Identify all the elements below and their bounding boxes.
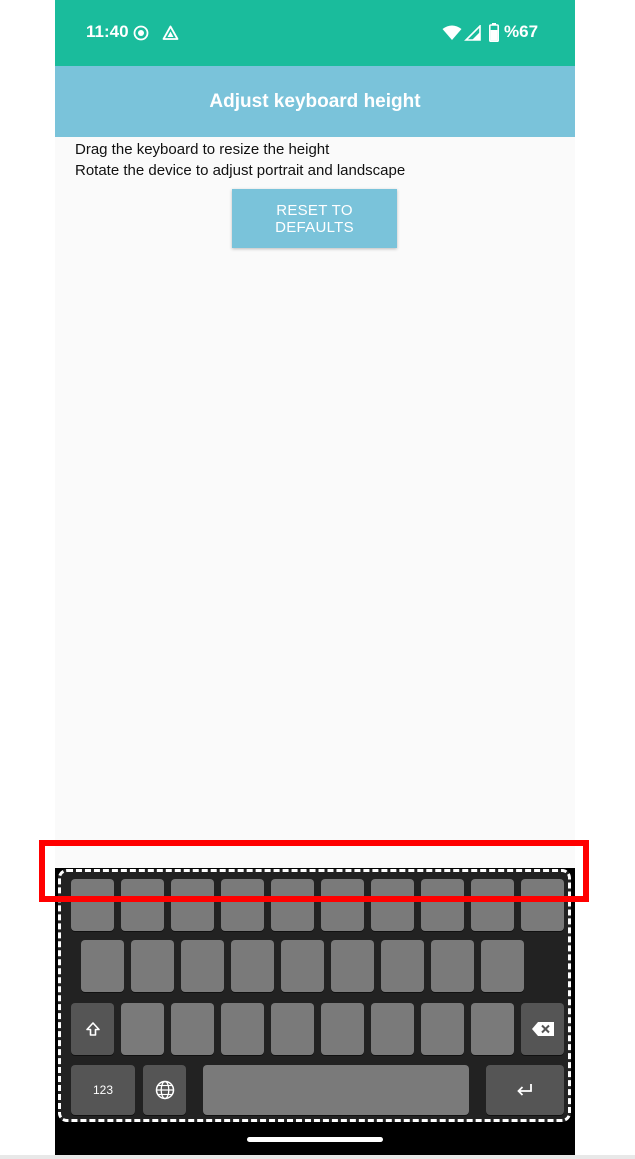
space-key[interactable]	[203, 1065, 469, 1115]
page-title: Adjust keyboard height	[209, 91, 421, 112]
shift-icon	[85, 1022, 100, 1036]
shift-key[interactable]	[71, 1003, 114, 1055]
numbers-key-label: 123	[92, 1083, 114, 1097]
key[interactable]	[221, 1003, 264, 1055]
key[interactable]	[171, 1003, 214, 1055]
backspace-key[interactable]	[521, 1003, 564, 1055]
key[interactable]	[281, 940, 324, 992]
key[interactable]	[121, 1003, 164, 1055]
reset-to-defaults-button[interactable]: RESET TO DEFAULTS	[232, 189, 397, 248]
numbers-key[interactable]: 123	[71, 1065, 135, 1115]
language-key[interactable]	[143, 1065, 186, 1115]
instruction-line-drag: Drag the keyboard to resize the height	[75, 141, 330, 158]
enter-icon	[517, 1084, 532, 1096]
battery-icon	[489, 23, 499, 42]
wifi-icon	[442, 25, 462, 40]
key[interactable]	[231, 940, 274, 992]
key[interactable]	[481, 940, 524, 992]
key[interactable]	[321, 1003, 364, 1055]
gesture-nav-handle[interactable]	[247, 1137, 383, 1142]
instruction-line-rotate: Rotate the device to adjust portrait and…	[75, 162, 406, 179]
key[interactable]	[371, 1003, 414, 1055]
signal-icon	[464, 25, 481, 41]
key[interactable]	[81, 940, 124, 992]
divider	[0, 1155, 635, 1159]
globe-icon	[155, 1080, 174, 1100]
status-time: 11:40	[86, 22, 129, 41]
status-bar: 11:40 %67	[55, 0, 575, 66]
phone-screen: 11:40 %67 Adjust keyboard height Drag th…	[55, 0, 575, 1159]
app-bar: Adjust keyboard height	[55, 66, 575, 137]
resizable-keyboard[interactable]: 123	[58, 869, 571, 1122]
key[interactable]	[131, 940, 174, 992]
backspace-icon	[531, 1022, 554, 1036]
key[interactable]	[381, 940, 424, 992]
battery-percent: %67	[504, 22, 539, 41]
instructions: Drag the keyboard to resize the height R…	[75, 139, 405, 181]
key[interactable]	[471, 1003, 514, 1055]
key[interactable]	[271, 1003, 314, 1055]
key[interactable]	[431, 940, 474, 992]
resize-handle-highlight[interactable]	[39, 840, 589, 902]
key[interactable]	[421, 1003, 464, 1055]
record-icon	[133, 25, 149, 41]
drive-icon	[162, 25, 179, 40]
key[interactable]	[331, 940, 374, 992]
enter-key[interactable]	[486, 1065, 564, 1115]
key[interactable]	[181, 940, 224, 992]
